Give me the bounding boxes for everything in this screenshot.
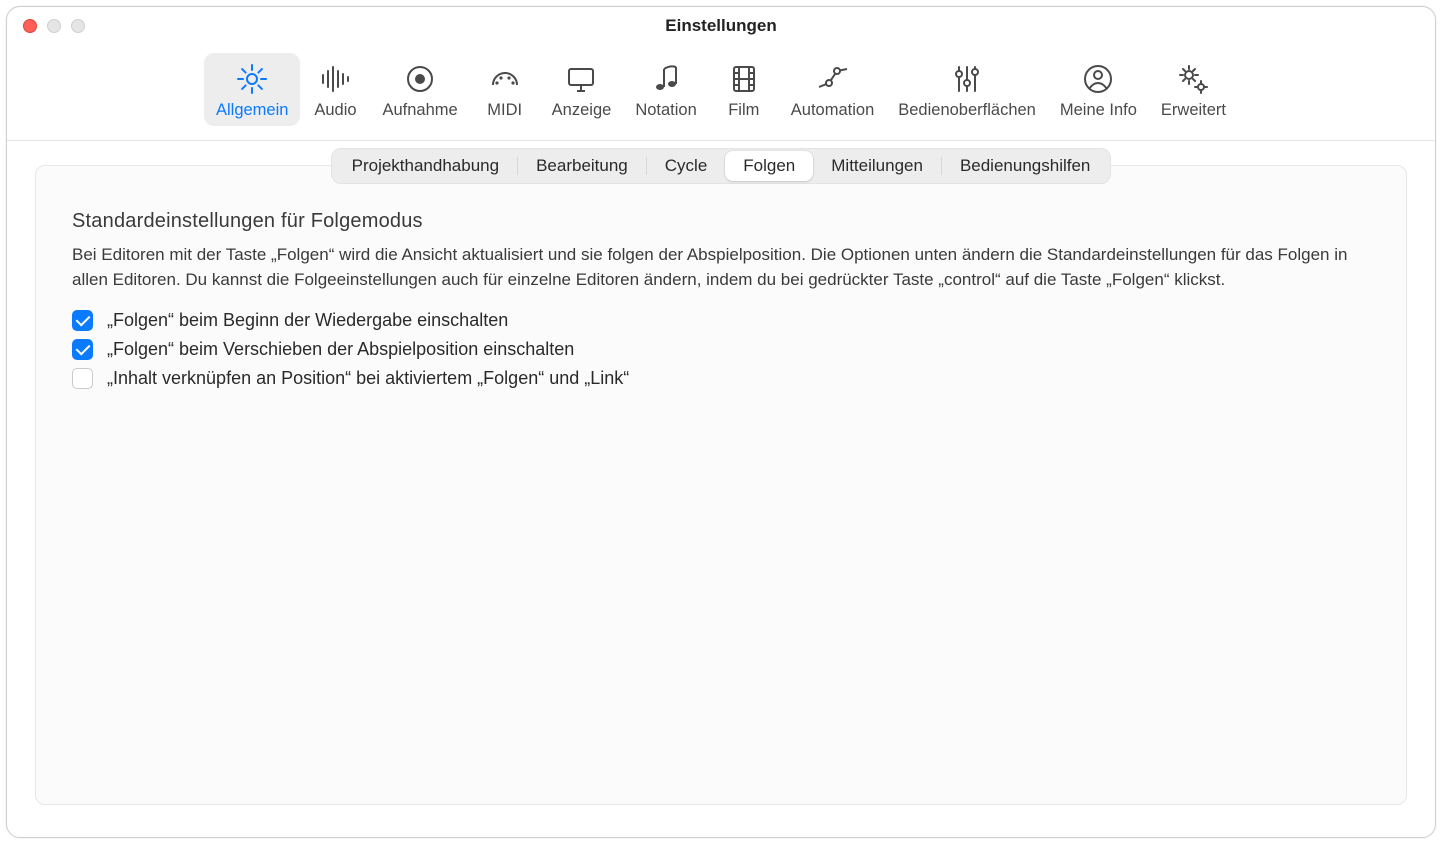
toolbar-tab-control-surfaces[interactable]: Bedienoberflächen [886,53,1048,126]
toolbar-tab-label: Aufnahme [382,101,457,120]
checkbox-content-link[interactable] [72,368,93,389]
toolbar-tab-notation[interactable]: Notation [623,53,708,126]
automation-icon [815,59,851,99]
gears-icon [1175,59,1211,99]
film-icon [726,59,762,99]
toolbar-tab-my-info[interactable]: Meine Info [1048,53,1149,126]
notes-icon [648,59,684,99]
toolbar-tab-label: Film [728,101,759,120]
sub-tab-editing[interactable]: Bearbeitung [518,151,646,181]
toolbar-tab-label: Notation [635,101,696,120]
gear-icon [234,59,270,99]
toolbar-tab-film[interactable]: Film [709,53,779,126]
person-circle-icon [1080,59,1116,99]
checkbox-catch-on-move[interactable] [72,339,93,360]
toolbar-tab-label: Erweitert [1161,101,1226,120]
sub-tab-catch[interactable]: Folgen [725,151,813,181]
waveform-icon [317,59,353,99]
checkbox-label: „Folgen“ beim Verschieben der Abspielpos… [107,339,574,360]
toolbar-tab-record[interactable]: Aufnahme [370,53,469,126]
sub-tab-project-handling[interactable]: Projekthandhabung [334,151,517,181]
section-heading: Standardeinstellungen für Folgemodus [72,210,1370,233]
toolbar-tab-label: MIDI [487,101,522,120]
preferences-toolbar: Allgemein Audio Aufnahme MIDI Anzeige [7,45,1435,141]
titlebar: Einstellungen [7,7,1435,45]
midi-icon [487,59,523,99]
toolbar-tab-automation[interactable]: Automation [779,53,886,126]
toolbar-tab-audio[interactable]: Audio [300,53,370,126]
zoom-window-button[interactable] [71,19,85,33]
record-icon [402,59,438,99]
toolbar-tab-label: Bedienoberflächen [898,101,1036,120]
option-row: „Folgen“ beim Beginn der Wiedergabe eins… [72,310,1370,331]
toolbar-tab-midi[interactable]: MIDI [470,53,540,126]
close-window-button[interactable] [23,19,37,33]
sub-tab-accessibility[interactable]: Bedienungshilfen [942,151,1108,181]
section-description: Bei Editoren mit der Taste „Folgen“ wird… [72,243,1370,292]
toolbar-tab-advanced[interactable]: Erweitert [1149,53,1238,126]
display-icon [563,59,599,99]
checkbox-catch-on-play[interactable] [72,310,93,331]
toolbar-tab-label: Meine Info [1060,101,1137,120]
toolbar-tab-label: Automation [791,101,874,120]
preferences-window: Einstellungen Allgemein Audio Aufnahme [6,6,1436,838]
window-title: Einstellungen [665,16,776,36]
toolbar-tab-general[interactable]: Allgemein [204,53,300,126]
checkbox-label: „Folgen“ beim Beginn der Wiedergabe eins… [107,310,508,331]
toolbar-tab-label: Allgemein [216,101,288,120]
sub-tab-cycle[interactable]: Cycle [647,151,726,181]
sliders-icon [949,59,985,99]
option-row: „Folgen“ beim Verschieben der Abspielpos… [72,339,1370,360]
content-pane: Projekthandhabung Bearbeitung Cycle Folg… [35,165,1407,805]
sub-tab-notifications[interactable]: Mitteilungen [813,151,941,181]
checkbox-label: „Inhalt verknüpfen an Position“ bei akti… [107,368,629,389]
minimize-window-button[interactable] [47,19,61,33]
window-controls [23,19,85,33]
option-row: „Inhalt verknüpfen an Position“ bei akti… [72,368,1370,389]
toolbar-tab-display[interactable]: Anzeige [540,53,624,126]
sub-tabs: Projekthandhabung Bearbeitung Cycle Folg… [331,148,1112,184]
toolbar-tab-label: Anzeige [552,101,612,120]
toolbar-tab-label: Audio [314,101,356,120]
